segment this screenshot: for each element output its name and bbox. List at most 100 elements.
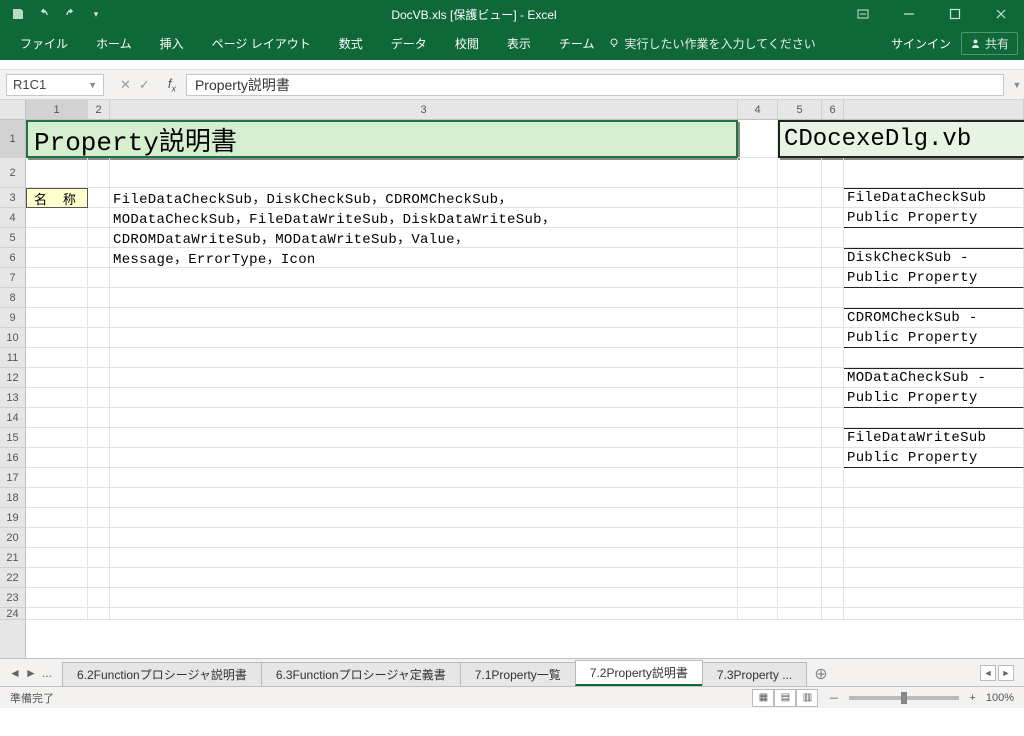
col-header[interactable]: 5 — [778, 100, 822, 119]
cell[interactable] — [88, 368, 110, 388]
zoom-level[interactable]: 100% — [986, 692, 1014, 704]
row-header[interactable]: 11 — [0, 348, 25, 368]
cell[interactable] — [110, 348, 738, 368]
cell[interactable] — [26, 568, 88, 588]
save-icon[interactable] — [6, 2, 30, 26]
cell[interactable] — [738, 208, 778, 228]
cell[interactable] — [26, 468, 88, 488]
cell[interactable] — [778, 208, 822, 228]
cell[interactable] — [738, 388, 778, 408]
cell[interactable] — [26, 248, 88, 268]
cell[interactable] — [778, 488, 822, 508]
cell[interactable] — [822, 588, 844, 608]
cell[interactable] — [778, 308, 822, 328]
cell[interactable] — [822, 248, 844, 268]
cell[interactable]: Public Property — [844, 268, 1024, 288]
cell[interactable] — [822, 508, 844, 528]
maximize-icon[interactable] — [932, 0, 978, 28]
cell[interactable] — [822, 608, 844, 620]
cell[interactable] — [844, 508, 1024, 528]
cell[interactable]: Public Property — [844, 448, 1024, 468]
cell[interactable] — [26, 588, 88, 608]
enter-icon[interactable]: ✓ — [139, 77, 150, 93]
cell[interactable] — [738, 528, 778, 548]
row-header[interactable]: 18 — [0, 488, 25, 508]
tab-more-icon[interactable]: ... — [40, 666, 54, 680]
cell[interactable] — [26, 408, 88, 428]
cell[interactable] — [822, 468, 844, 488]
view-page-break-icon[interactable]: ▥ — [796, 689, 818, 707]
row-header[interactable]: 13 — [0, 388, 25, 408]
cell[interactable] — [110, 448, 738, 468]
cell[interactable] — [26, 348, 88, 368]
cell[interactable] — [88, 428, 110, 448]
cell[interactable] — [822, 548, 844, 568]
cell[interactable] — [738, 368, 778, 388]
cell[interactable] — [110, 408, 738, 428]
cell[interactable] — [26, 528, 88, 548]
cell[interactable] — [110, 508, 738, 528]
cell[interactable] — [88, 408, 110, 428]
cell[interactable] — [88, 208, 110, 228]
share-button[interactable]: 共有 — [961, 32, 1018, 55]
cell[interactable] — [778, 508, 822, 528]
cell[interactable] — [822, 228, 844, 248]
tell-me[interactable]: 実行したい作業を入力してください — [608, 35, 815, 52]
cell[interactable] — [844, 588, 1024, 608]
cell[interactable] — [110, 368, 738, 388]
cell[interactable] — [822, 448, 844, 468]
cell[interactable] — [26, 428, 88, 448]
cell[interactable] — [822, 328, 844, 348]
cell[interactable] — [110, 388, 738, 408]
cell[interactable] — [88, 288, 110, 308]
row-header[interactable]: 7 — [0, 268, 25, 288]
cell[interactable] — [26, 158, 88, 188]
col-header[interactable]: 1 — [26, 100, 88, 119]
cell[interactable] — [738, 468, 778, 488]
cell[interactable] — [88, 268, 110, 288]
cell[interactable] — [778, 588, 822, 608]
tab-team[interactable]: チーム — [545, 29, 609, 58]
row-header[interactable]: 5 — [0, 228, 25, 248]
cell[interactable]: Message，ErrorType，Icon — [110, 248, 738, 268]
cell[interactable]: MODataCheckSub - — [844, 368, 1024, 388]
row-header[interactable]: 15 — [0, 428, 25, 448]
cell[interactable] — [738, 308, 778, 328]
cell[interactable] — [88, 528, 110, 548]
cell[interactable] — [822, 348, 844, 368]
cell[interactable] — [88, 388, 110, 408]
cell[interactable] — [822, 528, 844, 548]
cell[interactable] — [844, 408, 1024, 428]
cell[interactable] — [110, 548, 738, 568]
row-header[interactable]: 1 — [0, 120, 25, 158]
cell[interactable] — [26, 328, 88, 348]
cell[interactable]: Public Property — [844, 208, 1024, 228]
cell[interactable] — [778, 408, 822, 428]
cell[interactable] — [88, 608, 110, 620]
cell[interactable]: Public Property — [844, 388, 1024, 408]
cell[interactable] — [110, 568, 738, 588]
scroll-left-icon[interactable]: ◄ — [980, 665, 996, 681]
cell[interactable] — [88, 228, 110, 248]
cell[interactable] — [822, 568, 844, 588]
cell[interactable] — [110, 158, 738, 188]
cell[interactable] — [26, 208, 88, 228]
cell[interactable] — [88, 548, 110, 568]
row-header[interactable]: 21 — [0, 548, 25, 568]
cell[interactable] — [738, 120, 778, 158]
chevron-down-icon[interactable]: ▼ — [88, 80, 97, 90]
cell[interactable] — [26, 228, 88, 248]
cell[interactable] — [778, 428, 822, 448]
cell[interactable] — [738, 158, 778, 188]
ribbon-options-icon[interactable] — [840, 0, 886, 28]
cell[interactable]: CDROMCheckSub - — [844, 308, 1024, 328]
cell[interactable] — [822, 268, 844, 288]
cell[interactable] — [778, 388, 822, 408]
cell[interactable] — [738, 488, 778, 508]
cell[interactable] — [110, 268, 738, 288]
row-header[interactable]: 14 — [0, 408, 25, 428]
cell[interactable] — [778, 188, 822, 208]
cell[interactable] — [738, 608, 778, 620]
cell[interactable] — [26, 548, 88, 568]
cell[interactable] — [778, 158, 822, 188]
